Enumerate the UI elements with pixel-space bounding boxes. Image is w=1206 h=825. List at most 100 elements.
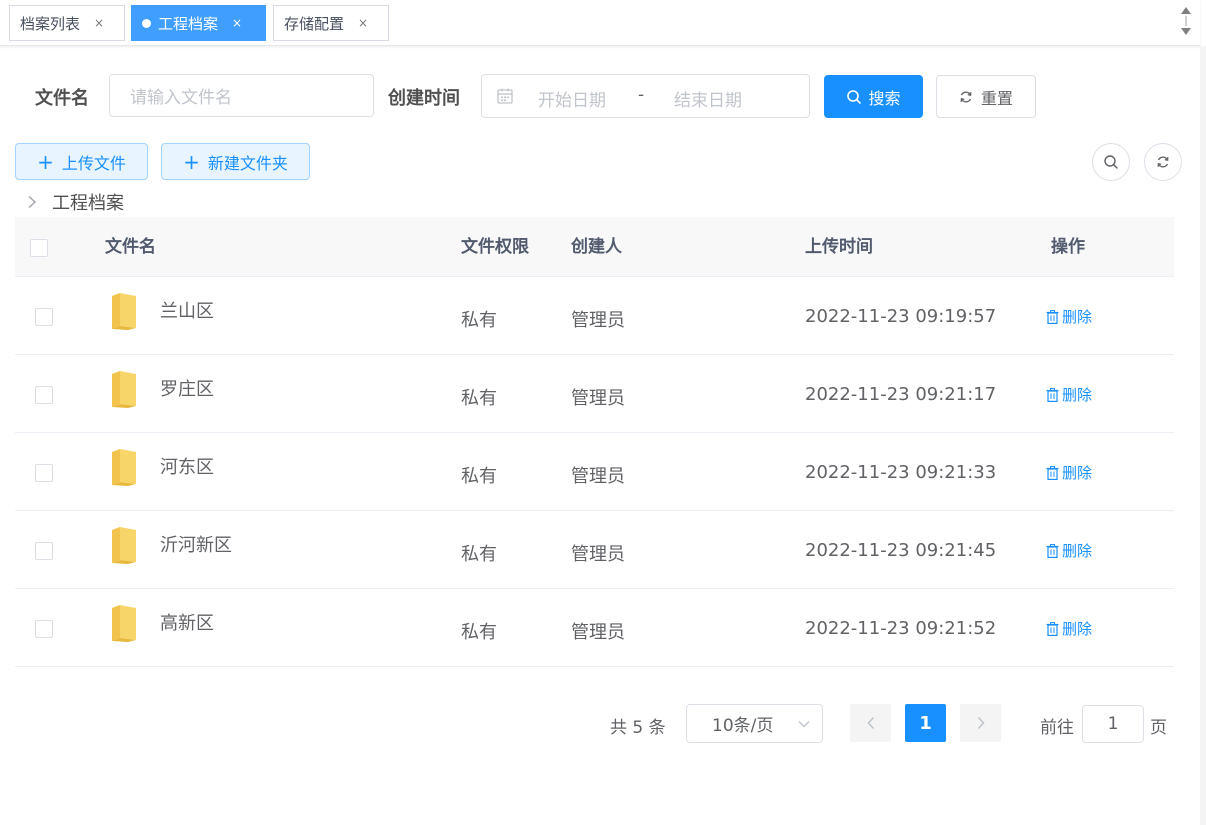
- permission-cell: 私有: [461, 310, 497, 331]
- toggle-search-button[interactable]: [1092, 143, 1130, 181]
- delete-button[interactable]: 删除: [1046, 618, 1092, 639]
- reset-button-label: 重置: [980, 88, 1013, 108]
- file-name-cell[interactable]: 高新区: [160, 609, 214, 635]
- close-icon[interactable]: ×: [358, 16, 368, 30]
- upload-file-button[interactable]: + 上传文件: [15, 143, 148, 180]
- column-header-actions: 操作: [1051, 237, 1085, 257]
- plus-icon: +: [37, 149, 54, 174]
- table-row: 兰山区私有 管理员 2022-11-23 09:19:57 删除: [15, 277, 1174, 355]
- tags-view-bar: 档案列表 × 工程档案 × 存储配置 ×: [0, 0, 1200, 46]
- column-header-upload-time[interactable]: 上传时间: [805, 217, 873, 277]
- creator-cell: 管理员: [571, 466, 625, 487]
- table-header: 文件名 文件权限 创建人 上传时间 操作: [15, 217, 1174, 277]
- folder-icon: [112, 449, 136, 486]
- goto-page-input[interactable]: 1: [1082, 705, 1144, 743]
- creator-cell: 管理员: [571, 622, 625, 643]
- folder-icon: [112, 605, 136, 642]
- file-name-label: 文件名: [35, 88, 89, 109]
- created-time-label: 创建时间: [388, 88, 460, 109]
- column-header-name[interactable]: 文件名: [105, 217, 156, 277]
- page-size-select[interactable]: 10条/页: [686, 704, 823, 743]
- upload-time-cell: 2022-11-23 09:21:17: [805, 384, 997, 405]
- search-button-label: 搜索: [868, 88, 901, 108]
- tab-label: 档案列表: [20, 14, 81, 33]
- delete-button[interactable]: 删除: [1046, 540, 1092, 561]
- end-date-input[interactable]: 结束日期: [674, 86, 742, 111]
- trash-icon: [1046, 465, 1059, 480]
- row-checkbox[interactable]: [35, 308, 53, 326]
- upload-file-label: 上传文件: [61, 153, 126, 173]
- chevron-down-icon: [798, 721, 810, 728]
- tab-storage-config[interactable]: 存储配置 ×: [273, 5, 389, 41]
- table-row: 高新区私有 管理员 2022-11-23 09:21:52 删除: [15, 589, 1174, 667]
- chevron-left-icon: [866, 716, 874, 730]
- delete-button[interactable]: 删除: [1046, 462, 1092, 483]
- file-name-cell[interactable]: 罗庄区: [160, 375, 214, 401]
- row-checkbox[interactable]: [35, 464, 53, 482]
- file-name-cell[interactable]: 兰山区: [160, 297, 214, 323]
- prev-page-button[interactable]: [850, 704, 891, 742]
- delete-label: 删除: [1062, 386, 1093, 404]
- trash-icon: [1046, 387, 1059, 402]
- creator-cell: 管理员: [571, 310, 625, 331]
- trash-icon: [1046, 621, 1059, 636]
- file-name-cell[interactable]: 沂河新区: [160, 531, 232, 557]
- permission-cell: 私有: [461, 388, 497, 409]
- delete-button[interactable]: 删除: [1046, 384, 1092, 405]
- file-name-input[interactable]: 请输入文件名: [109, 74, 374, 117]
- pagination-total: 共 5 条: [610, 718, 666, 738]
- start-date-input[interactable]: 开始日期: [538, 86, 606, 111]
- row-checkbox[interactable]: [35, 386, 53, 404]
- close-icon[interactable]: ×: [94, 16, 104, 30]
- date-range-picker[interactable]: 开始日期 - 结束日期: [481, 74, 810, 118]
- next-page-button[interactable]: [960, 704, 1001, 742]
- new-folder-button[interactable]: + 新建文件夹: [161, 143, 310, 180]
- search-icon: [847, 89, 862, 104]
- page-size-value: 10条/页: [712, 716, 774, 736]
- column-header-permission[interactable]: 文件权限: [461, 217, 529, 277]
- trash-icon: [1046, 309, 1059, 324]
- page: 档案列表 × 工程档案 × 存储配置 × 文件名 请输入文件名 创建时间 开始日…: [0, 0, 1206, 825]
- page-number-button[interactable]: 1: [905, 704, 946, 742]
- close-icon[interactable]: ×: [232, 16, 242, 30]
- delete-button[interactable]: 删除: [1046, 306, 1092, 327]
- scroll-thumb[interactable]: [1185, 16, 1187, 26]
- search-icon: [1104, 155, 1118, 169]
- table-row: 河东区 私有 管理员 2022-11-23 09:21:33 删除: [15, 433, 1174, 511]
- chevron-right-icon[interactable]: [26, 195, 38, 209]
- reset-button[interactable]: 重置: [936, 75, 1036, 118]
- upload-time-cell: 2022-11-23 09:21:52: [805, 618, 997, 639]
- delete-label: 删除: [1062, 308, 1093, 326]
- select-all-checkbox[interactable]: [30, 239, 48, 257]
- row-checkbox[interactable]: [35, 542, 53, 560]
- refresh-button[interactable]: [1144, 143, 1182, 181]
- goto-prefix: 前往: [1040, 718, 1074, 738]
- table-row: 罗庄区私有 管理员 2022-11-23 09:21:17 删除: [15, 355, 1174, 433]
- refresh-icon: [1157, 156, 1169, 168]
- plus-icon: +: [183, 149, 200, 174]
- new-folder-label: 新建文件夹: [207, 153, 288, 173]
- scroll-up-icon[interactable]: [1181, 7, 1191, 14]
- scroll-down-icon[interactable]: [1181, 28, 1191, 35]
- delete-label: 删除: [1062, 464, 1093, 482]
- permission-cell: 私有: [461, 622, 497, 643]
- delete-label: 删除: [1062, 620, 1093, 638]
- file-name-cell[interactable]: 河东区: [160, 453, 214, 479]
- goto-page-value: 1: [1107, 714, 1119, 734]
- search-button[interactable]: 搜索: [824, 75, 923, 118]
- column-header-creator[interactable]: 创建人: [571, 217, 622, 277]
- scrollbar[interactable]: [1180, 4, 1192, 38]
- permission-cell: 私有: [461, 466, 497, 487]
- tab-label: 工程档案: [158, 14, 219, 33]
- tab-project-archive[interactable]: 工程档案 ×: [131, 5, 266, 41]
- file-name-placeholder: 请输入文件名: [130, 88, 232, 108]
- creator-cell: 管理员: [571, 388, 625, 409]
- tab-archive-list[interactable]: 档案列表 ×: [9, 5, 125, 41]
- creator-cell: 管理员: [571, 544, 625, 565]
- active-dot-icon: [142, 18, 151, 28]
- folder-icon: [112, 371, 136, 408]
- row-checkbox[interactable]: [35, 620, 53, 638]
- goto-suffix: 页: [1150, 718, 1167, 738]
- upload-time-cell: 2022-11-23 09:19:57: [805, 306, 997, 327]
- table-body: 兰山区 私有 管理员 2022-11-23 09:19:57 删除 罗庄区 私有 管理员 202…: [15, 277, 1174, 667]
